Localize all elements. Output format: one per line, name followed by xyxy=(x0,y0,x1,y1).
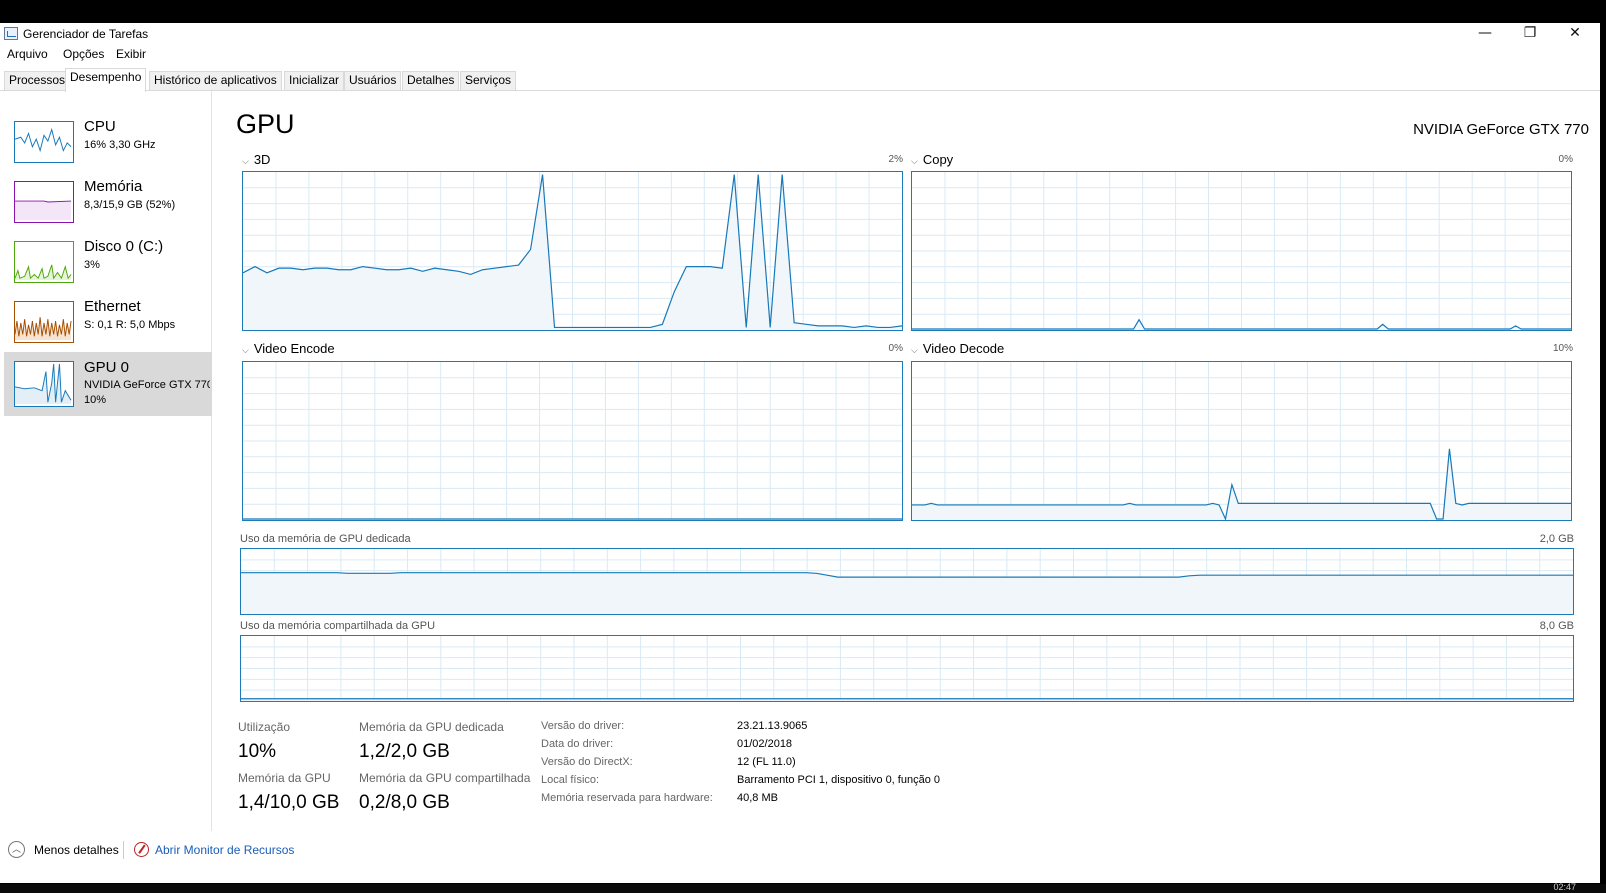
gpu-subtitle-model: NVIDIA GeForce GTX 770 xyxy=(84,379,210,391)
menu-arquivo[interactable]: Arquivo xyxy=(7,47,48,61)
shared-memory-max: 8,0 GB xyxy=(1539,620,1574,632)
hardware-reserved-memory-value: 40,8 MB xyxy=(737,792,778,804)
sidebar-item-ethernet[interactable]: Ethernet S: 0,1 R: 5,0 Mbps xyxy=(4,291,212,349)
hardware-reserved-memory-label: Memória reservada para hardware: xyxy=(541,792,713,804)
task-manager-window: Gerenciador de Tarefas — ❐ ✕ Arquivo Opç… xyxy=(0,23,1600,883)
tab-desempenho[interactable]: Desempenho xyxy=(65,68,147,92)
fewer-details-button[interactable]: Menos detalhes xyxy=(34,843,119,857)
tab-bar: Processos Desempenho Histórico de aplica… xyxy=(0,68,1600,92)
disk-title: Disco 0 (C:) xyxy=(84,238,164,255)
menu-opcoes[interactable]: Opções xyxy=(63,47,104,61)
physical-location-label: Local físico: xyxy=(541,774,600,786)
graph-3d-pct: 2% xyxy=(888,154,903,165)
dedicated-memory-graph xyxy=(240,548,1574,615)
physical-location-value: Barramento PCI 1, dispositivo 0, função … xyxy=(737,774,940,786)
graph-encode-label-text: Video Encode xyxy=(253,341,335,356)
tab-usuarios[interactable]: Usuários xyxy=(344,71,402,90)
shared-gpu-memory-label: Memória da GPU compartilhada xyxy=(359,771,531,785)
tab-inicializar[interactable]: Inicializar xyxy=(284,71,345,90)
shared-memory-graph xyxy=(240,635,1574,702)
sidebar-item-disk[interactable]: Disco 0 (C:) 3% xyxy=(4,231,212,289)
dedicated-gpu-memory-label: Memória da GPU dedicada xyxy=(359,720,504,734)
gpu-detail-panel: GPU NVIDIA GeForce GTX 770 ⌵ 3D 2% ⌵ Copy … xyxy=(213,91,1600,831)
graph-video-encode xyxy=(242,361,903,521)
gpu-model-name: NVIDIA GeForce GTX 770 xyxy=(1413,121,1589,138)
resource-sidebar: CPU 16% 3,30 GHz Memória 8,3/15,9 GB (52… xyxy=(0,91,212,831)
ethernet-subtitle: S: 0,1 R: 5,0 Mbps xyxy=(84,319,176,331)
graph-3d xyxy=(242,171,903,331)
sidebar-item-gpu[interactable]: GPU 0 NVIDIA GeForce GTX 770 10% xyxy=(4,352,212,416)
tab-servicos[interactable]: Serviços xyxy=(460,71,517,90)
graph-copy-label-text: Copy xyxy=(922,152,954,167)
graph-encode-pct: 0% xyxy=(888,343,903,354)
memory-title: Memória xyxy=(84,178,143,195)
title-bar: Gerenciador de Tarefas — ❐ ✕ xyxy=(0,23,1600,45)
resource-monitor-icon[interactable] xyxy=(134,842,149,857)
cpu-title: CPU xyxy=(84,118,116,135)
memory-subtitle: 8,3/15,9 GB (52%) xyxy=(84,199,176,211)
gpu-thumbnail-graph xyxy=(14,361,74,407)
minimize-button[interactable]: — xyxy=(1462,23,1508,45)
graph-decode-label-text: Video Decode xyxy=(922,341,1005,356)
window-title: Gerenciador de Tarefas xyxy=(23,27,149,41)
chevron-up-icon[interactable]: ︿ xyxy=(8,841,25,858)
footer-bar: ︿ Menos detalhes Abrir Monitor de Recurs… xyxy=(0,831,1600,883)
close-button[interactable]: ✕ xyxy=(1552,23,1598,45)
memory-thumbnail-graph xyxy=(14,181,74,223)
disk-thumbnail-graph xyxy=(14,241,74,283)
restore-button[interactable]: ❐ xyxy=(1507,23,1553,45)
dedicated-gpu-memory-value: 1,2/2,0 GB xyxy=(359,741,450,762)
tab-processos[interactable]: Processos xyxy=(4,71,71,90)
footer-divider xyxy=(123,841,124,859)
disk-subtitle: 3% xyxy=(84,259,100,271)
sidebar-item-memory[interactable]: Memória 8,3/15,9 GB (52%) xyxy=(4,171,212,229)
dedicated-memory-max: 2,0 GB xyxy=(1539,533,1574,545)
driver-date-value: 01/02/2018 xyxy=(737,738,793,750)
chevron-down-icon: ⌵ xyxy=(911,156,918,166)
graph-decode-pct: 10% xyxy=(1552,343,1573,354)
graph-encode-label[interactable]: ⌵ Video Encode xyxy=(242,341,335,356)
gpu-title: GPU 0 xyxy=(84,359,130,376)
driver-version-value: 23.21.13.9065 xyxy=(737,720,808,732)
directx-version-label: Versão do DirectX: xyxy=(541,756,633,768)
chevron-down-icon: ⌵ xyxy=(242,345,249,355)
cpu-thumbnail-graph xyxy=(14,121,74,163)
ethernet-title: Ethernet xyxy=(84,298,141,315)
graph-decode-label[interactable]: ⌵ Video Decode xyxy=(911,341,1004,356)
page-title: GPU xyxy=(236,109,295,139)
directx-version-value: 12 (FL 11.0) xyxy=(737,756,796,768)
driver-date-label: Data do driver: xyxy=(541,738,614,750)
gpu-subtitle-usage: 10% xyxy=(84,394,107,406)
shared-memory-label: Uso da memória compartilhada da GPU xyxy=(240,620,436,632)
graph-copy-pct: 0% xyxy=(1558,154,1573,165)
ethernet-thumbnail-graph xyxy=(14,301,74,343)
dedicated-memory-label: Uso da memória de GPU dedicada xyxy=(240,533,411,545)
tab-detalhes[interactable]: Detalhes xyxy=(402,71,460,90)
taskbar-clock[interactable]: 02:47 xyxy=(1553,882,1576,892)
gpu-memory-label: Memória da GPU xyxy=(238,771,331,785)
windows-taskbar: 02:47 xyxy=(0,882,1606,893)
dedicated-memory-area xyxy=(241,572,1573,614)
cpu-subtitle: 16% 3,30 GHz xyxy=(84,139,156,151)
sidebar-item-cpu[interactable]: CPU 16% 3,30 GHz xyxy=(4,111,212,169)
gpu-memory-value: 1,4/10,0 GB xyxy=(238,792,340,813)
driver-version-label: Versão do driver: xyxy=(541,720,625,732)
graph-copy xyxy=(911,171,1572,331)
task-manager-app-icon xyxy=(4,27,18,40)
chevron-down-icon: ⌵ xyxy=(911,345,918,355)
menu-exibir[interactable]: Exibir xyxy=(116,47,146,61)
graph-3d-label-text: 3D xyxy=(253,152,271,167)
utilization-label: Utilização xyxy=(238,720,291,734)
open-resource-monitor-link[interactable]: Abrir Monitor de Recursos xyxy=(155,843,294,857)
graph-copy-label[interactable]: ⌵ Copy xyxy=(911,152,953,167)
tab-historico[interactable]: Histórico de aplicativos xyxy=(149,71,282,90)
shared-gpu-memory-value: 0,2/8,0 GB xyxy=(359,792,450,813)
graph-video-decode xyxy=(911,361,1572,521)
graph-3d-label[interactable]: ⌵ 3D xyxy=(242,152,270,167)
chevron-down-icon: ⌵ xyxy=(242,156,249,166)
utilization-value: 10% xyxy=(238,741,277,762)
